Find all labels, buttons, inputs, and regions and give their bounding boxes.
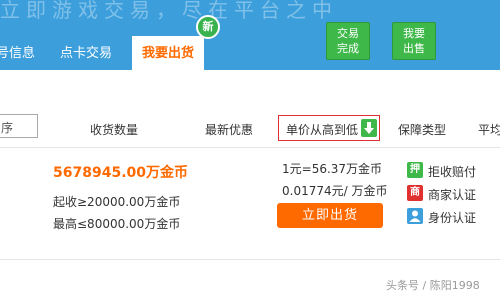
sell-top-line2: 出售 bbox=[403, 42, 425, 55]
guarantee-label: 身份认证 bbox=[428, 211, 477, 225]
deposit-icon: 押 bbox=[407, 162, 423, 178]
guarantee-label: 商家认证 bbox=[428, 188, 477, 202]
guarantee-label: 拒收赔付 bbox=[428, 165, 477, 179]
tab-account-info[interactable]: 号信息 bbox=[0, 42, 35, 61]
filter-quantity[interactable]: 收货数量 bbox=[90, 121, 138, 138]
filter-row: 序 收货数量 最新优惠 保障类型 平均 bbox=[0, 104, 500, 148]
sell-top-line1: 我要 bbox=[403, 27, 425, 40]
price-sort-label: 单价从高到低 bbox=[286, 123, 359, 137]
tab-sell-goods[interactable]: 我要出货 bbox=[132, 36, 205, 70]
exchange-rate: 1元=56.37万金币 bbox=[282, 162, 383, 176]
unit-price: 0.01774元/ 万金币 bbox=[282, 184, 388, 198]
trade-complete-line2: 完成 bbox=[337, 42, 359, 55]
filter-guarantee-type[interactable]: 保障类型 bbox=[398, 121, 446, 138]
sort-select[interactable]: 序 bbox=[0, 114, 38, 138]
arrow-down-icon bbox=[361, 119, 377, 137]
new-badge: 新 bbox=[196, 15, 220, 39]
filter-platform[interactable]: 平均 bbox=[478, 121, 500, 138]
tab-point-card-trade[interactable]: 点卡交易 bbox=[60, 42, 112, 61]
banner-text: 立即游戏交易，尽在平台之中 bbox=[0, 0, 338, 22]
divider bbox=[0, 259, 500, 260]
trade-complete-line1: 交易 bbox=[337, 27, 359, 40]
listing-row: 5678945.00万金币 起收≥20000.00万金币 最高≤80000.00… bbox=[0, 149, 500, 259]
listing-min-buy: 起收≥20000.00万金币 bbox=[53, 195, 181, 209]
listing-amount: 5678945.00万金币 bbox=[53, 165, 188, 181]
price-sort-filter[interactable]: 单价从高到低 bbox=[278, 115, 380, 141]
trade-complete-button[interactable]: 交易 完成 bbox=[326, 22, 370, 60]
filter-latest-discount[interactable]: 最新优惠 bbox=[205, 121, 253, 138]
sell-button-top[interactable]: 我要 出售 bbox=[392, 22, 436, 60]
watermark: 头条号 / 陈阳1998 bbox=[386, 279, 480, 292]
listing-max-buy: 最高≤80000.00万金币 bbox=[53, 217, 181, 231]
merchant-icon: 商 bbox=[407, 185, 423, 201]
identity-icon bbox=[407, 208, 423, 224]
sell-now-button[interactable]: 立即出货 bbox=[277, 203, 383, 228]
